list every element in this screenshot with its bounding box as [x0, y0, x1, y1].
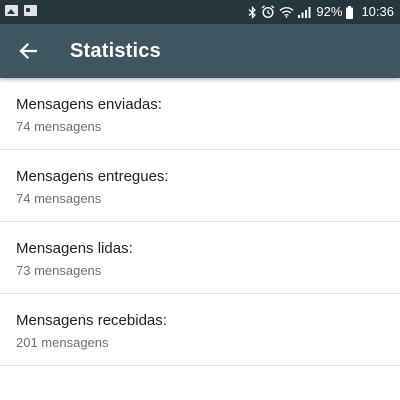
status-bar-clock: 10:36 [361, 4, 394, 19]
statistics-screen: 92% 10:36 Statistics Mensagens enviadas:… [0, 0, 400, 400]
arrow-left-icon [19, 42, 37, 60]
stat-value: 74 mensagens [16, 119, 102, 134]
card-notification-icon [24, 5, 37, 16]
wifi-icon [279, 7, 294, 18]
image-notification-icon [5, 5, 18, 16]
stat-messages-sent: Mensagens enviadas: 74 mensagens [0, 78, 400, 150]
stat-label: Mensagens entregues: [16, 168, 169, 185]
alarm-icon [261, 5, 275, 19]
stat-label: Mensagens lidas: [16, 240, 133, 257]
stat-value: 201 mensagens [16, 335, 109, 350]
battery-percentage: 92% [316, 4, 343, 19]
app-bar: Statistics [0, 24, 400, 78]
statistics-list: Mensagens enviadas: 74 mensagens Mensage… [0, 78, 400, 366]
bluetooth-icon [248, 5, 257, 19]
signal-icon [298, 7, 311, 18]
status-bar-system-icons: 92% 10:36 [248, 0, 394, 24]
stat-messages-read: Mensagens lidas: 73 mensagens [0, 222, 400, 294]
battery-icon [346, 5, 354, 19]
stat-messages-received: Mensagens recebidas: 201 mensagens [0, 294, 400, 366]
status-bar-notifications [5, 5, 37, 16]
back-button[interactable] [8, 31, 48, 71]
page-title: Statistics [70, 40, 161, 62]
stat-value: 73 mensagens [16, 263, 102, 278]
stat-messages-delivered: Mensagens entregues: 74 mensagens [0, 150, 400, 222]
stat-value: 74 mensagens [16, 191, 102, 206]
stat-label: Mensagens enviadas: [16, 96, 162, 113]
stat-label: Mensagens recebidas: [16, 312, 167, 329]
status-bar: 92% 10:36 [0, 0, 400, 24]
